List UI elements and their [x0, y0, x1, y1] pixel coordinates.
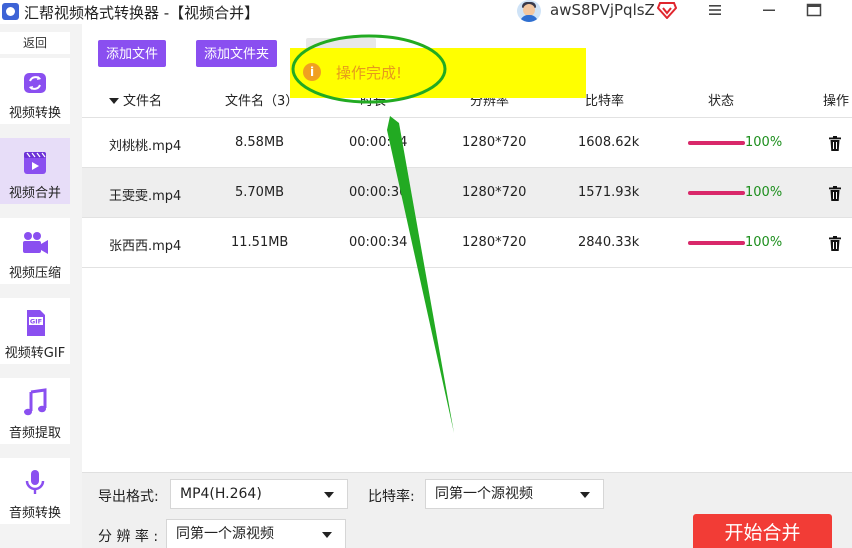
success-toast: i 操作完成! — [290, 48, 586, 98]
trash-icon[interactable] — [829, 186, 841, 201]
title-bar: 汇帮视频格式转换器 -【视频合并】 awS8PVjPqlsZ — [0, 0, 852, 24]
bitrate-select[interactable]: 同第一个源视频 — [425, 479, 604, 509]
progress-text: 100% — [745, 235, 783, 250]
start-merge-button[interactable]: 开始合并 — [693, 514, 832, 548]
user-name[interactable]: awS8PVjPqlsZ — [550, 1, 655, 19]
table-row[interactable]: 张西西.mp4 11.51MB 00:00:34 1280*720 2840.3… — [82, 218, 852, 268]
chevron-down-icon — [322, 532, 332, 538]
file-size: 11.51MB — [231, 235, 289, 250]
minimize-icon[interactable] — [760, 1, 778, 19]
action-header: 操作 — [823, 94, 850, 109]
menu-icon[interactable] — [706, 1, 724, 19]
file-duration: 00:00:44 — [349, 135, 408, 150]
sidebar: 返回 视频转换 视频合并 视频压缩 GIF 视频转GIF 音频提取 音频转换 — [0, 24, 82, 548]
sidebar-item-video-convert[interactable]: 视频转换 — [0, 58, 70, 124]
sidebar-item-audio-convert[interactable]: 音频转换 — [0, 458, 70, 524]
sidebar-item-video-gif[interactable]: GIF 视频转GIF — [0, 298, 70, 364]
microphone-icon — [25, 470, 45, 494]
file-bitrate: 1608.62k — [578, 135, 640, 150]
resolution-select[interactable]: 同第一个源视频 — [166, 519, 346, 548]
chevron-down-icon — [580, 492, 590, 498]
bitrate-label: 比特率: — [368, 489, 415, 505]
sidebar-item-label: 视频压缩 — [8, 266, 61, 281]
progress-bar — [688, 241, 745, 245]
file-resolution: 1280*720 — [462, 135, 527, 150]
trash-icon[interactable] — [829, 236, 841, 251]
sidebar-item-label: 音频提取 — [8, 426, 61, 441]
sidebar-item-label: 视频合并 — [8, 186, 61, 201]
vip-diamond-icon[interactable] — [657, 1, 677, 19]
svg-text:GIF: GIF — [30, 318, 42, 326]
bitrate-header: 比特率 — [585, 94, 625, 109]
progress-bar — [688, 141, 745, 145]
file-name: 王雯雯.mp4 — [109, 189, 182, 204]
file-count-header: 文件名（3） — [225, 94, 299, 109]
file-bitrate: 1571.93k — [578, 185, 640, 200]
format-label: 导出格式: — [98, 489, 159, 505]
format-select[interactable]: MP4(H.264) — [170, 479, 348, 509]
sidebar-item-label: 视频转换 — [8, 106, 61, 121]
file-name: 刘桃桃.mp4 — [109, 139, 182, 154]
video-merge-icon — [24, 152, 46, 174]
video-convert-icon — [24, 73, 46, 93]
file-duration: 00:00:34 — [349, 235, 408, 250]
window-title: 汇帮视频格式转换器 -【视频合并】 — [24, 4, 260, 22]
music-note-icon — [24, 388, 47, 416]
table-row[interactable]: 刘桃桃.mp4 8.58MB 00:00:44 1280*720 1608.62… — [82, 118, 852, 168]
file-resolution: 1280*720 — [462, 185, 527, 200]
file-size: 5.70MB — [235, 185, 285, 200]
add-file-button[interactable]: 添加文件 — [98, 40, 166, 67]
file-bitrate: 2840.33k — [578, 235, 640, 250]
file-size: 8.58MB — [235, 135, 285, 150]
app-logo-icon — [2, 3, 19, 20]
maximize-icon[interactable] — [805, 1, 823, 19]
progress-text: 100% — [745, 135, 783, 150]
app-window: 汇帮视频格式转换器 -【视频合并】 awS8PVjPqlsZ 返回 视频转换 视… — [0, 0, 852, 548]
file-duration: 00:00:30 — [349, 185, 408, 200]
user-avatar[interactable] — [517, 0, 541, 22]
chevron-down-icon — [324, 492, 334, 498]
sidebar-item-video-compress[interactable]: 视频压缩 — [0, 218, 70, 284]
sidebar-item-video-merge[interactable]: 视频合并 — [0, 138, 70, 204]
table-row[interactable]: 王雯雯.mp4 5.70MB 00:00:30 1280*720 1571.93… — [82, 168, 852, 218]
sidebar-item-audio-extract[interactable]: 音频提取 — [0, 378, 70, 444]
add-folder-button[interactable]: 添加文件夹 — [196, 40, 277, 67]
back-button[interactable]: 返回 — [0, 32, 70, 54]
info-icon: i — [303, 63, 321, 81]
file-resolution: 1280*720 — [462, 235, 527, 250]
resolution-label: 分 辨 率 : — [98, 529, 159, 545]
video-compress-icon — [23, 232, 48, 254]
trash-icon[interactable] — [829, 136, 841, 151]
sort-column-header[interactable]: 文件名 — [109, 90, 162, 109]
progress-text: 100% — [745, 185, 783, 200]
file-name: 张西西.mp4 — [109, 239, 182, 254]
progress-bar — [688, 191, 745, 195]
gif-icon: GIF — [27, 310, 45, 336]
main-panel: 添加文件 添加文件夹 文件名 文件名（3） 时长 分辨率 比特率 状态 操作 刘… — [82, 24, 852, 548]
status-header: 状态 — [708, 94, 735, 109]
sort-caret-icon — [109, 98, 119, 104]
toast-message: 操作完成! — [336, 64, 403, 82]
sidebar-item-label: 音频转换 — [8, 506, 61, 521]
sidebar-item-label: 视频转GIF — [4, 346, 66, 361]
